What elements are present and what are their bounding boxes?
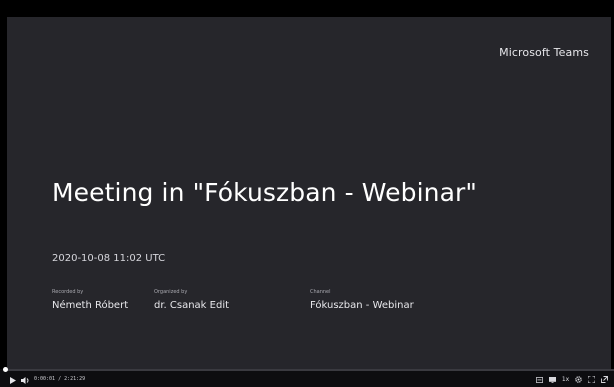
fullscreen-button[interactable] <box>588 375 595 384</box>
settings-icon <box>575 376 582 383</box>
captions-icon <box>536 376 543 383</box>
play-button[interactable] <box>8 375 17 385</box>
right-controls: 1x <box>536 374 608 385</box>
brand-label: Microsoft Teams <box>499 46 589 59</box>
channel-value: Fókuszban - Webinar <box>310 300 414 311</box>
video-player[interactable]: Microsoft Teams Meeting in "Fókuszban - … <box>0 0 614 387</box>
progress-bar[interactable] <box>4 369 614 371</box>
recorded-by-block: Recorded by Németh Róbert <box>52 289 128 311</box>
meeting-datetime: 2020-10-08 11:02 UTC <box>52 253 166 264</box>
volume-icon <box>20 376 28 384</box>
video-frame[interactable]: Microsoft Teams Meeting in "Fókuszban - … <box>7 17 611 369</box>
meeting-title: Meeting in "Fókuszban - Webinar" <box>52 178 478 207</box>
player-controls: 0:00:01 / 2:21:29 1x <box>0 367 614 387</box>
organized-by-value: dr. Csanak Edit <box>154 300 230 311</box>
screen-button[interactable] <box>549 375 556 384</box>
popout-button[interactable] <box>601 375 608 384</box>
speed-icon: 1x <box>561 376 570 383</box>
channel-label: Channel <box>310 289 331 295</box>
settings-button[interactable] <box>575 375 582 384</box>
captions-button[interactable] <box>536 375 543 384</box>
volume-button[interactable] <box>20 375 30 385</box>
organized-by-block: Organized by dr. Csanak Edit <box>154 289 229 311</box>
screen-icon <box>549 376 556 383</box>
organized-by-label: Organized by <box>154 289 188 295</box>
recorded-by-value: Németh Róbert <box>52 300 129 311</box>
recorded-by-label: Recorded by <box>52 289 84 295</box>
speed-button[interactable]: 1x <box>562 375 569 384</box>
scrub-handle[interactable] <box>3 367 8 372</box>
play-icon <box>9 376 16 384</box>
popout-icon <box>601 376 608 383</box>
fullscreen-icon <box>588 376 595 383</box>
channel-block: Channel Fókuszban - Webinar <box>310 289 414 311</box>
timecode: 0:00:01 / 2:21:29 <box>34 376 86 382</box>
